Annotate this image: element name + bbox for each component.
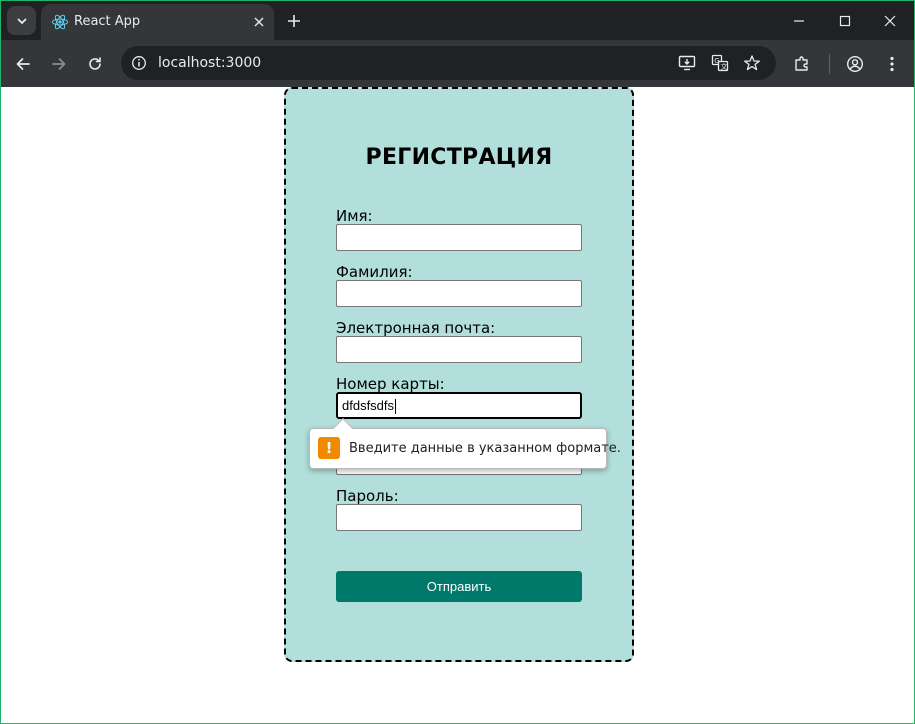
page-content: РЕГИСТРАЦИЯ Имя: Фамилия: Электронная по… [1,87,914,723]
address-bar[interactable]: localhost:3000 G文 [121,46,776,80]
first-name-label: Имя: [336,207,373,225]
tab-search-button[interactable] [7,6,36,35]
translate-icon[interactable]: G文 [707,50,733,76]
validation-tooltip: ! Введите данные в указанном формате. [309,418,621,469]
first-name-input[interactable] [336,224,582,251]
form-title: РЕГИСТРАЦИЯ [365,145,553,170]
svg-text:文: 文 [721,62,728,71]
maximize-icon[interactable] [822,3,868,39]
submit-button[interactable]: Отправить [336,571,582,602]
email-input[interactable] [336,336,582,363]
password-input[interactable] [336,504,582,531]
email-label: Электронная почта: [336,319,496,337]
card-number-input[interactable]: dfdsfsdfs [336,392,582,419]
install-app-icon[interactable] [674,50,700,76]
toolbar-separator [829,54,830,74]
forward-arrow-icon[interactable] [45,50,73,78]
chevron-down-icon [17,18,26,24]
card-number-value: dfdsfsdfs [342,398,395,413]
warning-icon: ! [318,437,340,459]
tab-strip: React App [1,1,914,41]
browser-toolbar: localhost:3000 G文 [1,40,914,87]
back-arrow-icon[interactable] [9,50,37,78]
svg-text:G: G [714,57,719,65]
last-name-label: Фамилия: [336,263,413,281]
url-text[interactable]: localhost:3000 [158,55,261,71]
close-window-icon[interactable] [867,3,913,39]
tab-title: React App [74,14,141,29]
react-logo-icon [51,14,69,30]
site-info-icon[interactable] [125,49,153,77]
tab-close-icon[interactable] [250,13,268,31]
bookmark-star-icon[interactable] [739,50,765,76]
new-tab-icon[interactable] [283,10,305,32]
extensions-icon[interactable] [788,50,816,78]
last-name-input[interactable] [336,280,582,307]
browser-tab[interactable]: React App [41,4,274,41]
profile-icon[interactable] [841,50,869,78]
menu-kebab-icon[interactable] [878,50,906,78]
registration-form: РЕГИСТРАЦИЯ Имя: Фамилия: Электронная по… [284,87,634,662]
card-number-label: Номер карты: [336,375,445,393]
minimize-icon[interactable] [776,3,822,39]
text-caret [395,399,397,415]
validation-message: Введите данные в указанном формате. [349,441,621,456]
reload-icon[interactable] [81,50,109,78]
password-label: Пароль: [336,487,399,505]
